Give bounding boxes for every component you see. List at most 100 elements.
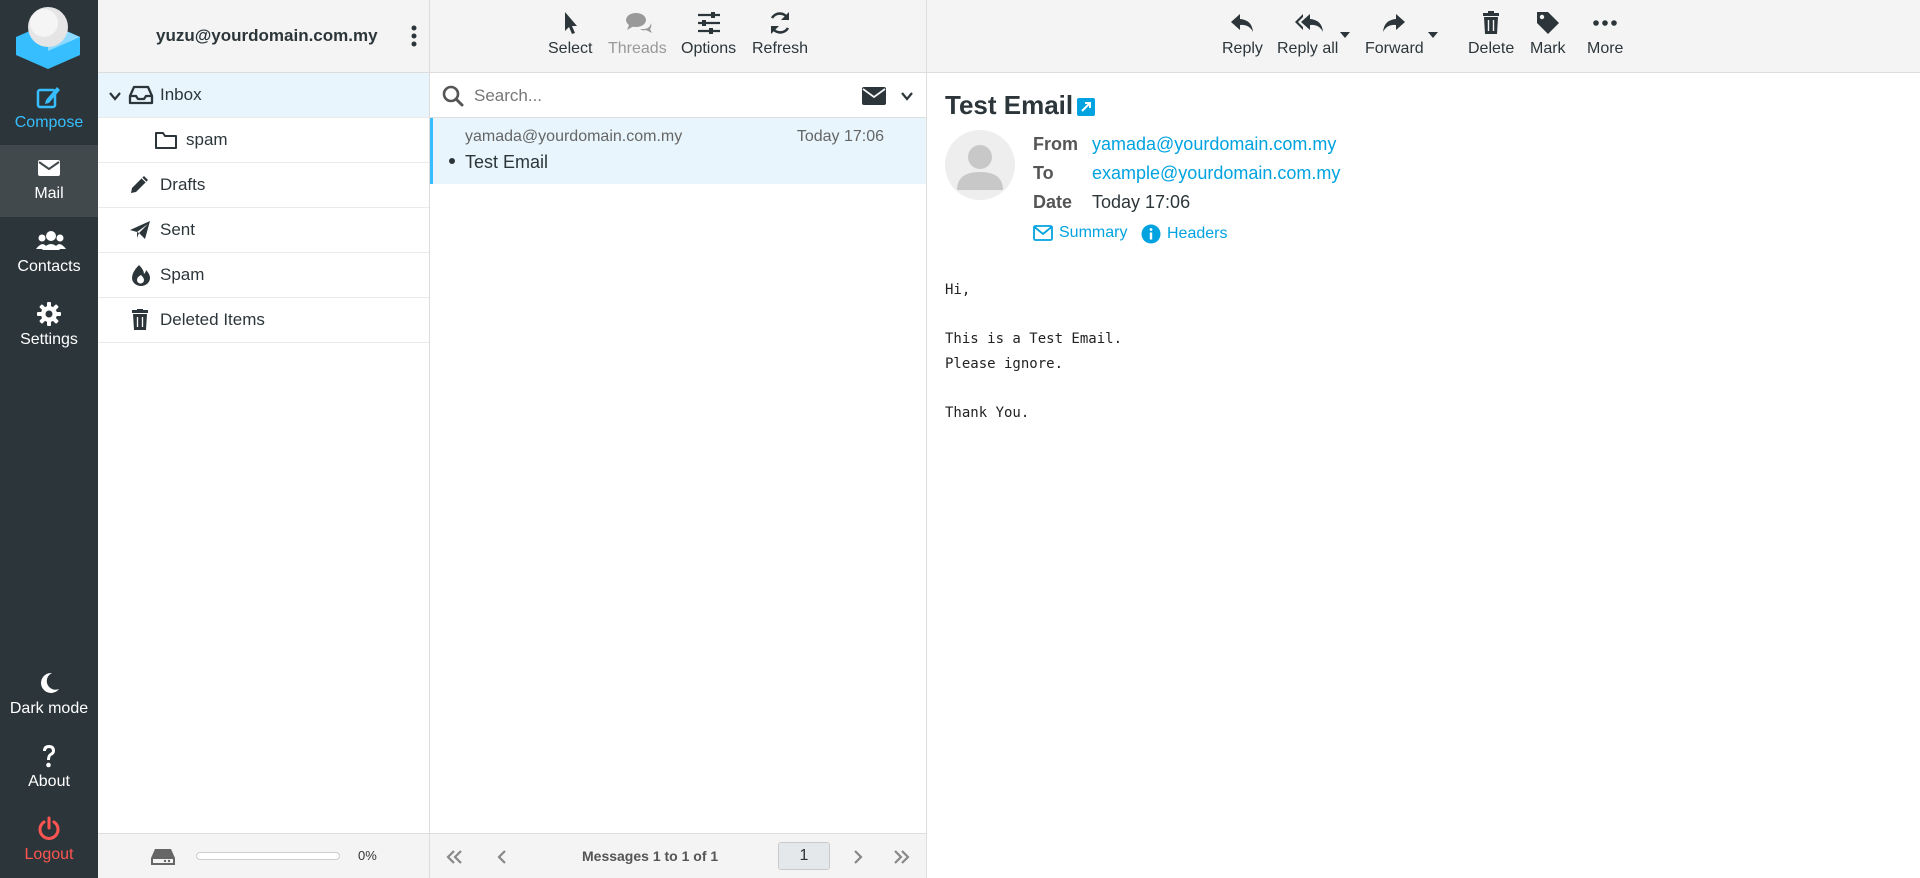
last-page-icon[interactable] <box>892 848 912 866</box>
contacts-button[interactable]: Contacts <box>0 218 98 290</box>
nav-rail: Compose Mail Contacts Settings Dark mode… <box>0 0 98 878</box>
chevron-down-icon[interactable] <box>900 89 914 103</box>
folder-drafts[interactable]: Drafts <box>98 163 429 208</box>
first-page-icon[interactable] <box>444 848 464 866</box>
summary-link[interactable]: Summary <box>1033 224 1127 242</box>
page-number-input[interactable]: 1 <box>778 842 830 870</box>
reply-all-label: Reply all <box>1277 40 1339 57</box>
reading-pane: Reply Reply all Forward Delete Mark More… <box>927 0 1920 878</box>
search-icon[interactable] <box>442 85 464 107</box>
folder-spam[interactable]: Spam <box>98 253 429 298</box>
message-from: yamada@yourdomain.com.my <box>465 128 683 145</box>
gear-icon <box>36 301 62 327</box>
to-address[interactable]: example@yourdomain.com.my <box>1092 163 1340 184</box>
chevron-down-icon[interactable] <box>108 89 122 103</box>
from-address[interactable]: yamada@yourdomain.com.my <box>1092 134 1336 155</box>
mail-button[interactable]: Mail <box>0 145 98 217</box>
compose-label: Compose <box>14 114 84 131</box>
ellipsis-icon <box>1592 10 1618 36</box>
dark-mode-label: Dark mode <box>9 700 89 717</box>
next-page-icon[interactable] <box>848 848 868 866</box>
folder-label: Deleted Items <box>160 310 265 329</box>
folder-label: Sent <box>160 220 195 239</box>
flame-icon <box>128 264 152 286</box>
search-input[interactable] <box>474 81 824 111</box>
forward-label: Forward <box>1365 40 1424 57</box>
forward-dropdown-icon[interactable] <box>1428 32 1438 38</box>
hard-drive-icon <box>150 846 176 868</box>
reply-icon <box>1229 10 1255 36</box>
options-label: Options <box>681 40 737 57</box>
trash-icon <box>128 309 152 331</box>
previous-page-icon[interactable] <box>492 848 512 866</box>
folder-header: yuzu@yourdomain.com.my <box>98 0 429 73</box>
threads-label: Threads <box>608 40 667 57</box>
date-label: Date <box>1033 192 1073 212</box>
folder-label: Inbox <box>160 85 202 104</box>
logout-button[interactable]: Logout <box>0 806 98 878</box>
forward-button[interactable]: Forward <box>1365 10 1424 58</box>
more-button[interactable]: More <box>1587 10 1623 58</box>
trash-icon <box>1478 10 1504 36</box>
envelope-icon <box>36 155 62 181</box>
mail-label: Mail <box>34 185 64 202</box>
select-button[interactable]: Select <box>548 10 592 58</box>
email-body: Hi, This is a Test Email. Please ignore.… <box>945 282 1123 421</box>
mark-label: Mark <box>1530 40 1566 57</box>
settings-label: Settings <box>20 331 78 348</box>
headers-label: Headers <box>1167 225 1228 242</box>
refresh-label: Refresh <box>752 40 809 57</box>
comments-icon <box>624 10 653 36</box>
reply-all-icon <box>1294 10 1323 36</box>
power-icon <box>36 816 62 842</box>
cursor-icon <box>557 10 583 36</box>
folder-deleted-items[interactable]: Deleted Items <box>98 298 429 343</box>
threads-button[interactable]: Threads <box>608 10 667 58</box>
folder-inbox[interactable]: Inbox <box>98 73 429 118</box>
account-name: yuzu@yourdomain.com.my <box>156 26 378 45</box>
delete-button[interactable]: Delete <box>1468 10 1514 58</box>
email-subject: Test Email <box>945 90 1074 120</box>
from-label: From <box>1033 134 1078 154</box>
list-toolbar: Select Threads Options Refresh <box>430 0 926 73</box>
to-label: To <box>1033 163 1054 183</box>
reply-all-dropdown-icon[interactable] <box>1340 32 1350 38</box>
delete-label: Delete <box>1468 40 1515 57</box>
date-value: Today 17:06 <box>1092 192 1191 212</box>
roundcube-logo[interactable] <box>14 5 82 69</box>
envelope-icon <box>1033 225 1053 241</box>
users-icon <box>36 228 66 254</box>
dark-mode-button[interactable]: Dark mode <box>0 660 98 732</box>
about-button[interactable]: About <box>0 733 98 805</box>
folder-spam-sub[interactable]: spam <box>98 118 429 163</box>
reply-all-button[interactable]: Reply all <box>1277 10 1338 58</box>
search-bar <box>430 73 926 118</box>
folder-actions-icon[interactable] <box>409 24 419 48</box>
headers-link[interactable]: Headers <box>1141 224 1227 244</box>
mark-button[interactable]: Mark <box>1530 10 1566 58</box>
message-subject: Test Email <box>465 152 549 172</box>
folder-pane: yuzu@yourdomain.com.my Inbox spam Drafts… <box>98 0 430 878</box>
message-row[interactable]: yamada@yourdomain.com.my Today 17:06 Tes… <box>430 118 926 184</box>
question-icon <box>36 743 62 769</box>
reply-button[interactable]: Reply <box>1222 10 1263 58</box>
quota-text: 0% <box>358 848 377 863</box>
refresh-button[interactable]: Refresh <box>752 10 808 58</box>
quota-footer: 0% <box>98 833 429 878</box>
logout-label: Logout <box>24 846 74 863</box>
message-list-pane: Select Threads Options Refresh Search...… <box>430 0 927 878</box>
compose-button[interactable]: Compose <box>0 74 98 146</box>
settings-button[interactable]: Settings <box>0 291 98 363</box>
more-label: More <box>1587 40 1624 57</box>
options-button[interactable]: Options <box>681 10 736 58</box>
open-in-new-window-icon[interactable] <box>1077 98 1095 116</box>
summary-label: Summary <box>1059 224 1128 241</box>
paper-plane-icon <box>128 219 152 241</box>
reply-label: Reply <box>1222 40 1263 57</box>
folder-label: Spam <box>160 265 205 284</box>
folder-label: spam <box>186 130 228 149</box>
about-label: About <box>28 773 70 790</box>
pagination-footer: Messages 1 to 1 of 1 1 <box>430 833 926 878</box>
folder-sent[interactable]: Sent <box>98 208 429 253</box>
envelope-filter-icon[interactable] <box>862 87 886 105</box>
